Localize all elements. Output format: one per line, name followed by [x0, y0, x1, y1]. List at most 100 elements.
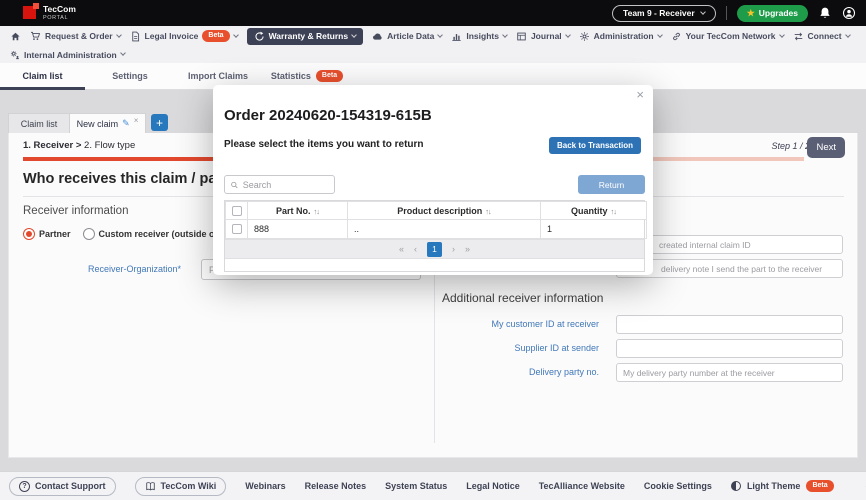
delivery-party-label: Delivery party no.: [442, 367, 599, 377]
nav-legal-invoice[interactable]: Legal Invoice Beta: [130, 30, 238, 41]
select-all-checkbox[interactable]: [232, 206, 242, 216]
nav-connect[interactable]: Connect: [793, 31, 850, 42]
step-1-label[interactable]: 1. Receiver: [23, 140, 73, 151]
topbar-divider: [726, 6, 727, 20]
home-icon: [10, 31, 21, 42]
beta-badge: Beta: [202, 30, 229, 41]
column-header-quantity[interactable]: Quantity↑↓: [541, 202, 647, 220]
chevron-down-icon: [116, 32, 122, 38]
chevron-down-icon: [438, 32, 444, 38]
search-icon: [230, 180, 239, 190]
pagination-first-icon[interactable]: «: [399, 244, 404, 254]
column-header-description[interactable]: Product description↑↓: [348, 202, 541, 220]
supplier-id-input[interactable]: [616, 339, 843, 358]
nav-insights[interactable]: Insights: [451, 31, 507, 42]
footer-link-tecalliance-website[interactable]: TecAlliance Website: [539, 481, 625, 491]
book-icon: [145, 481, 156, 492]
claim-subtab-claim-list[interactable]: Claim list: [8, 113, 70, 133]
nav-warranty-and-returns[interactable]: Warranty & Returns: [247, 28, 364, 45]
sort-icon[interactable]: ↑↓: [611, 207, 617, 216]
customer-id-label: My customer ID at receiver: [442, 319, 599, 329]
gear-icon: [579, 31, 590, 42]
modal-subtitle: Please select the items you want to retu…: [224, 139, 424, 150]
footer-link-legal-notice[interactable]: Legal Notice: [466, 481, 520, 491]
team-selector-label: Team 9 - Receiver: [623, 8, 695, 18]
nav-your-teccom-network[interactable]: Your TecCom Network: [671, 31, 784, 42]
return-items-modal: × Order 20240620-154319-615B Please sele…: [213, 85, 653, 275]
delivery-party-input[interactable]: [616, 363, 843, 382]
footer-link-release-notes[interactable]: Release Notes: [305, 481, 367, 491]
claim-subtab-new-claim[interactable]: New claim ✎ ×: [70, 113, 146, 133]
chart-icon: [451, 31, 462, 42]
chevron-down-icon: [565, 32, 571, 38]
radio-selected-icon[interactable]: [23, 228, 35, 240]
back-to-transaction-button[interactable]: Back to Transaction: [549, 137, 641, 154]
next-step-button[interactable]: Next: [807, 137, 845, 158]
close-tab-icon[interactable]: ×: [134, 116, 139, 125]
nav-request-and-order[interactable]: Request & Order: [30, 31, 121, 42]
nav-article-data[interactable]: Article Data: [372, 31, 442, 42]
chevron-down-icon: [233, 32, 239, 38]
sort-icon[interactable]: ↑↓: [485, 207, 491, 216]
tab-settings[interactable]: Settings: [85, 63, 175, 89]
edit-pencil-icon[interactable]: ✎: [122, 118, 130, 129]
receiver-organization-label: Receiver-Organization*: [9, 264, 181, 274]
teccom-logo-icon: [23, 6, 36, 19]
radio-unselected-icon[interactable]: [83, 228, 95, 240]
sort-icon[interactable]: ↑↓: [314, 207, 320, 216]
pagination-prev-icon[interactable]: ‹: [414, 244, 417, 254]
radio-partner[interactable]: Partner: [23, 228, 71, 240]
nav-internal-administration[interactable]: Internal Administration: [10, 50, 125, 60]
modal-search: [224, 175, 335, 194]
return-items-table: Part No.↑↓ Product description↑↓ Quantit…: [224, 200, 645, 272]
question-icon: ?: [19, 481, 30, 492]
admin-gear-icon: [10, 50, 20, 60]
pagination-next-icon[interactable]: ›: [452, 244, 455, 254]
nav-administration[interactable]: Administration: [579, 31, 662, 42]
team-selector-dropdown[interactable]: Team 9 - Receiver: [612, 5, 716, 22]
footer-link-cookie-settings[interactable]: Cookie Settings: [644, 481, 712, 491]
theme-toggle[interactable]: Light Theme Beta: [731, 480, 834, 491]
footer-link-webinars[interactable]: Webinars: [245, 481, 285, 491]
journal-icon: [516, 31, 527, 42]
teccom-logo: TecCom PORTAL: [23, 5, 76, 21]
topbar: TecCom PORTAL Team 9 - Receiver ★ Upgrad…: [0, 0, 866, 26]
notifications-bell-icon[interactable]: [818, 6, 832, 20]
step-separator: >: [76, 140, 82, 151]
add-claim-tab-button[interactable]: +: [151, 114, 168, 131]
additional-receiver-info-title: Additional receiver information: [442, 291, 603, 305]
step-2-label[interactable]: 2. Flow type: [84, 140, 135, 151]
customer-id-input[interactable]: [616, 315, 843, 334]
teccom-wiki-button[interactable]: TecCom Wiki: [135, 477, 227, 496]
footer-link-system-status[interactable]: System Status: [385, 481, 447, 491]
chevron-down-icon: [700, 9, 706, 15]
nav-home[interactable]: [10, 31, 21, 42]
contact-support-button[interactable]: ? Contact Support: [9, 477, 116, 496]
column-header-part-no[interactable]: Part No.↑↓: [248, 202, 348, 220]
pagination-page-1[interactable]: 1: [427, 242, 442, 257]
transfer-arrows-icon: [793, 31, 804, 42]
cloud-icon: [372, 31, 383, 42]
star-icon: ★: [747, 9, 755, 18]
pagination-last-icon[interactable]: »: [465, 244, 470, 254]
nav-journal[interactable]: Journal: [516, 31, 570, 42]
receiver-information-title: Receiver information: [23, 205, 128, 217]
table-row[interactable]: 888 .. 1: [226, 220, 647, 239]
close-icon[interactable]: ×: [636, 88, 644, 101]
chevron-down-icon: [502, 32, 508, 38]
chevron-down-icon: [657, 32, 663, 38]
pagination: « ‹ 1 › »: [225, 239, 644, 258]
wizard-steps: 1. Receiver > 2. Flow type: [23, 140, 135, 151]
beta-badge: Beta: [316, 70, 343, 81]
chevron-down-icon: [845, 32, 851, 38]
active-tab-underline: [0, 87, 85, 90]
link-icon: [671, 31, 682, 42]
cell-quantity: 1: [541, 220, 647, 239]
return-button[interactable]: Return: [578, 175, 645, 194]
search-input[interactable]: [243, 180, 329, 190]
account-icon[interactable]: [842, 6, 856, 20]
upgrades-button[interactable]: ★ Upgrades: [737, 5, 808, 22]
tab-claim-list[interactable]: Claim list: [0, 63, 85, 89]
row-checkbox[interactable]: [232, 224, 242, 234]
main-navigation: Request & Order Legal Invoice Beta Warra…: [0, 26, 866, 46]
